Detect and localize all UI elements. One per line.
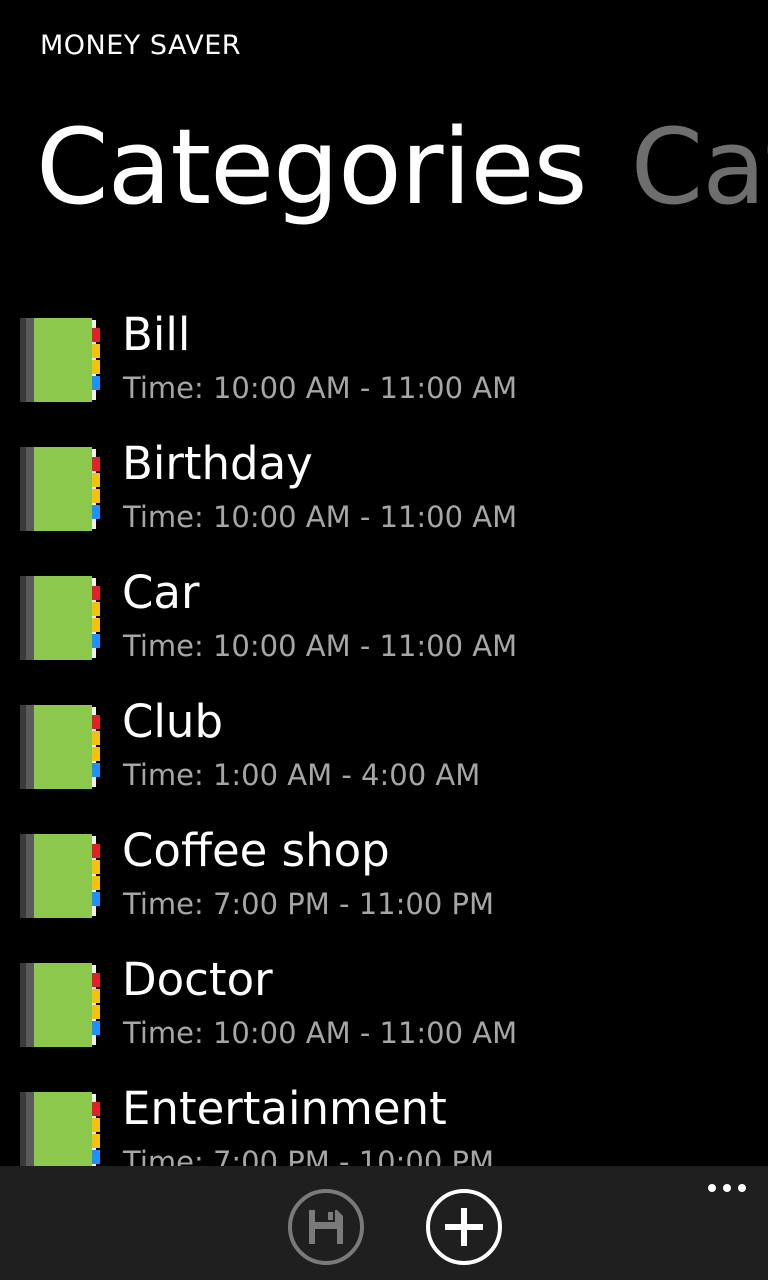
list-item[interactable]: Car Time: 10:00 AM - 11:00 AM bbox=[0, 558, 768, 687]
list-item[interactable]: Entertainment Time: 7:00 PM - 10:00 PM bbox=[0, 1074, 768, 1166]
more-button[interactable] bbox=[704, 1176, 754, 1200]
category-time: Time: 10:00 AM - 11:00 AM bbox=[123, 629, 518, 663]
notebook-icon bbox=[18, 703, 104, 791]
app-bar bbox=[0, 1166, 768, 1280]
save-icon bbox=[287, 1188, 365, 1266]
category-name: Birthday bbox=[122, 437, 313, 490]
category-list: Bill Time: 10:00 AM - 11:00 AM Birthday … bbox=[0, 300, 768, 1166]
notebook-icon bbox=[18, 445, 104, 533]
category-time: Time: 10:00 AM - 11:00 AM bbox=[123, 1016, 518, 1050]
notebook-icon bbox=[18, 1090, 104, 1166]
category-time: Time: 1:00 AM - 4:00 AM bbox=[123, 758, 481, 792]
notebook-icon bbox=[18, 961, 104, 1049]
category-name: Entertainment bbox=[122, 1082, 447, 1135]
list-item[interactable]: Coffee shop Time: 7:00 PM - 11:00 PM bbox=[0, 816, 768, 945]
category-time: Time: 7:00 PM - 11:00 PM bbox=[123, 887, 495, 921]
list-item[interactable]: Club Time: 1:00 AM - 4:00 AM bbox=[0, 687, 768, 816]
money-saver-screen: MONEY SAVER Categories Cat Bill Time: 10:… bbox=[0, 0, 768, 1280]
category-name: Car bbox=[122, 566, 200, 619]
notebook-icon bbox=[18, 316, 104, 404]
category-name: Club bbox=[122, 695, 224, 748]
category-name: Doctor bbox=[122, 953, 273, 1006]
pivot-item-categories[interactable]: Categories bbox=[36, 106, 588, 228]
add-icon bbox=[425, 1188, 503, 1266]
category-name: Coffee shop bbox=[122, 824, 390, 877]
app-title: MONEY SAVER bbox=[40, 30, 242, 61]
pivot-header: Categories Cat bbox=[36, 102, 768, 232]
more-ellipsis-icon bbox=[704, 1184, 754, 1204]
category-name: Bill bbox=[122, 308, 191, 361]
notebook-icon bbox=[18, 832, 104, 920]
category-time: Time: 10:00 AM - 11:00 AM bbox=[123, 500, 518, 534]
list-item[interactable]: Bill Time: 10:00 AM - 11:00 AM bbox=[0, 300, 768, 429]
save-button[interactable] bbox=[287, 1188, 365, 1266]
category-time: Time: 10:00 AM - 11:00 AM bbox=[123, 371, 518, 405]
notebook-icon bbox=[18, 574, 104, 662]
category-time: Time: 7:00 PM - 10:00 PM bbox=[123, 1145, 495, 1166]
list-item[interactable]: Birthday Time: 10:00 AM - 11:00 AM bbox=[0, 429, 768, 558]
pivot-item-next[interactable]: Cat bbox=[631, 106, 768, 228]
list-item[interactable]: Doctor Time: 10:00 AM - 11:00 AM bbox=[0, 945, 768, 1074]
add-button[interactable] bbox=[425, 1188, 503, 1266]
